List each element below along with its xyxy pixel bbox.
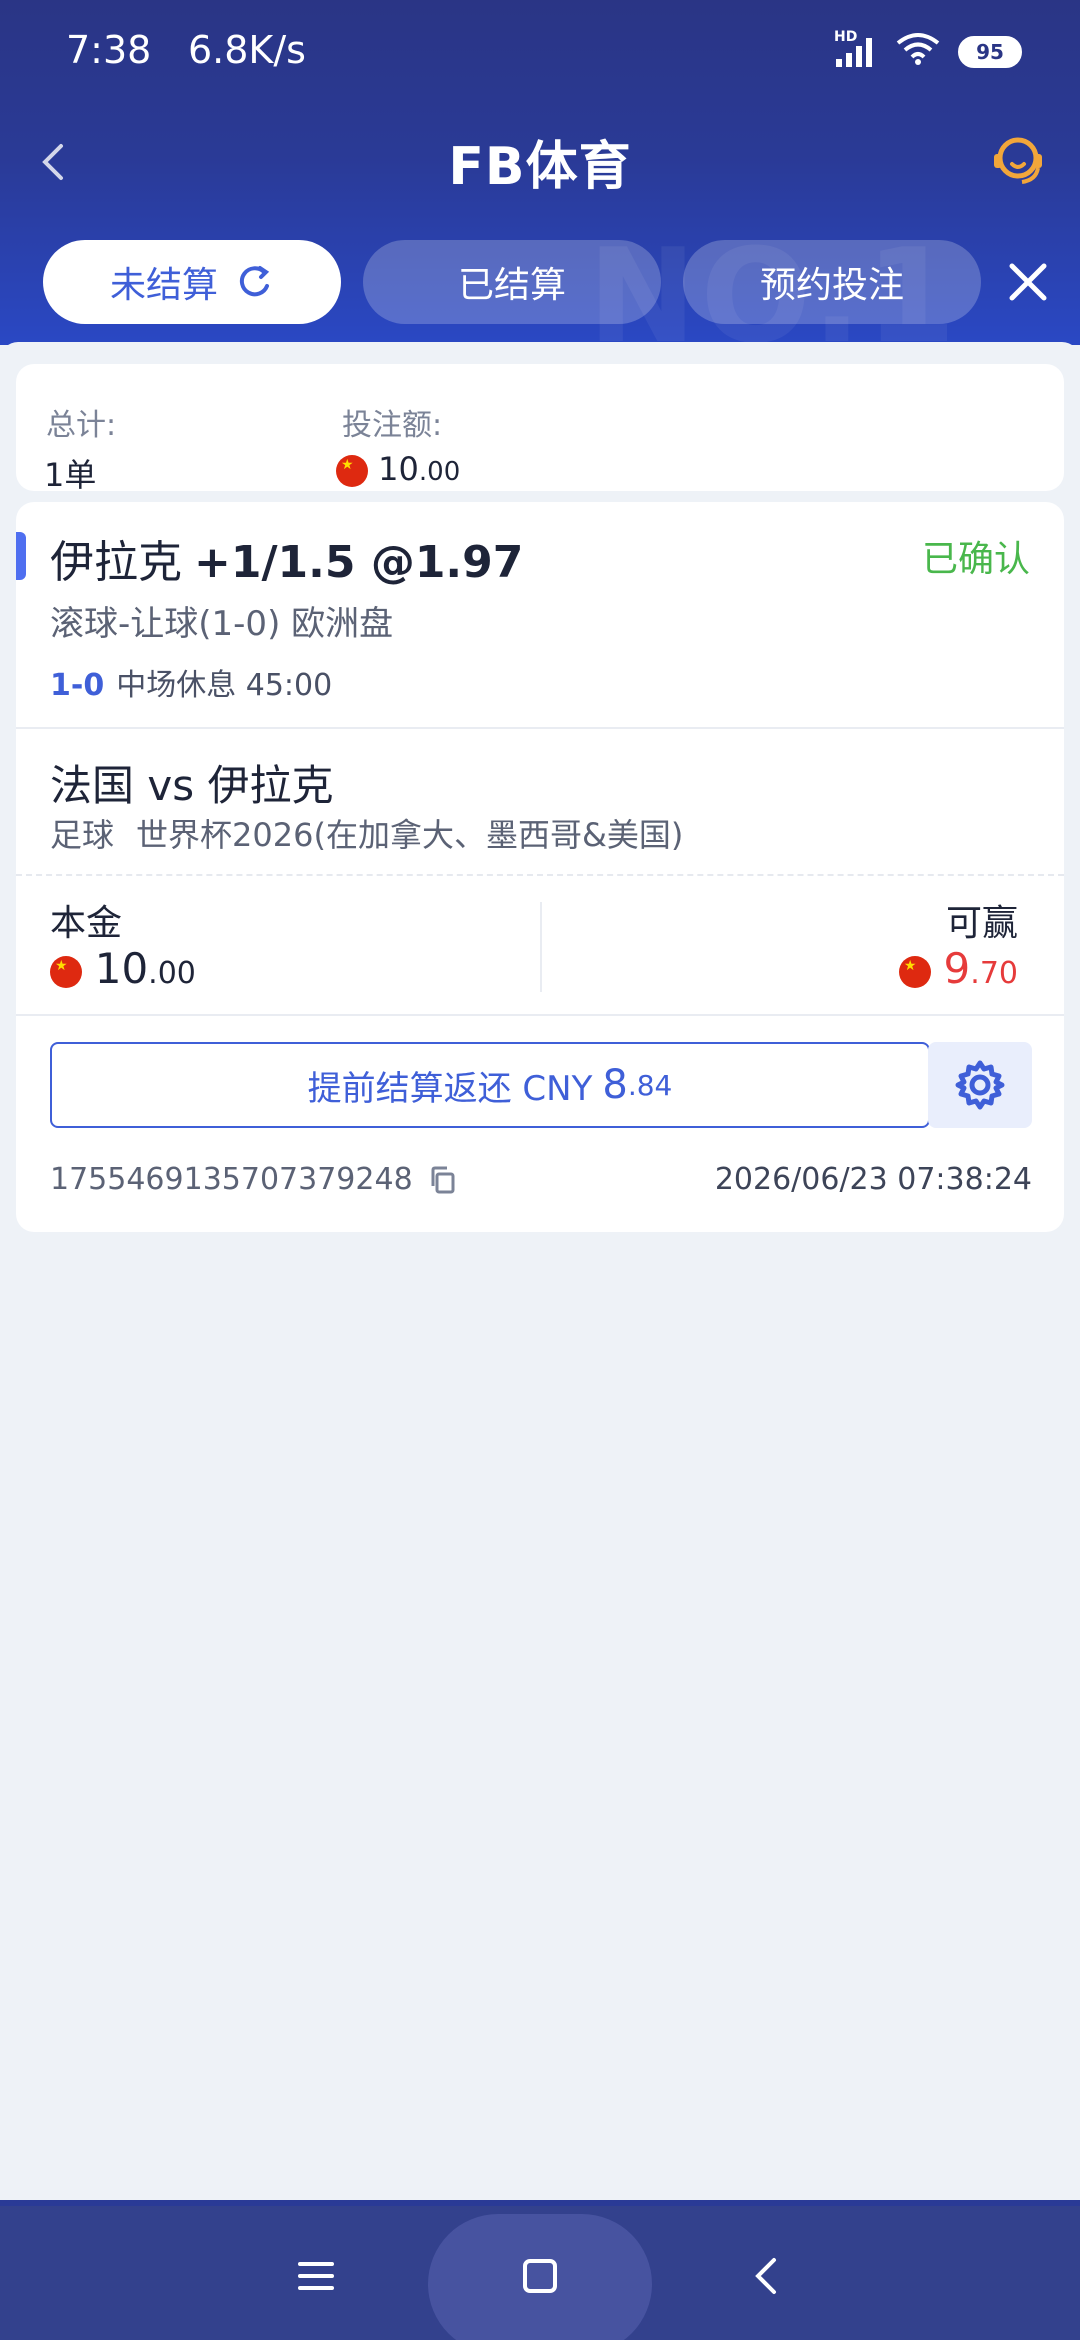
potential-win-label: 可赢 xyxy=(945,903,1018,944)
divider xyxy=(16,727,1064,729)
customer-support-button[interactable] xyxy=(986,128,1050,192)
cash-out-dec: .84 xyxy=(627,1068,673,1102)
bet-tabs: 未结算 已结算 预约投注 xyxy=(0,240,1080,326)
wifi-icon xyxy=(896,30,940,74)
selection-odds: +1/1.5 @1.97 xyxy=(194,537,524,588)
close-button[interactable] xyxy=(1000,254,1056,310)
market-type: 滚球-让球(1-0) 欧洲盘 xyxy=(50,604,394,644)
system-navigation-bar xyxy=(0,2206,1080,2340)
sport-name: 足球 xyxy=(50,816,115,854)
cash-out-int: 8 xyxy=(602,1062,628,1108)
battery-icon: 95 xyxy=(958,36,1022,68)
tab-unsettled-label: 未结算 xyxy=(109,265,218,306)
summary-card: 总计: 1单 投注额: 10.00 xyxy=(16,364,1064,494)
status-time: 7:38 xyxy=(66,28,152,72)
system-back-button[interactable] xyxy=(728,2236,808,2316)
cny-flag-icon xyxy=(50,956,82,988)
status-network-speed: 6.8K/s xyxy=(188,28,306,72)
recent-apps-button[interactable] xyxy=(276,2236,356,2316)
stake-value: 10.00 xyxy=(50,944,196,993)
cash-out-settings-button[interactable] xyxy=(928,1042,1032,1128)
page-title: FB体育 xyxy=(448,137,632,197)
win-dec: .70 xyxy=(970,956,1018,991)
summary-total-label: 总计: xyxy=(46,408,117,443)
chevron-left-icon xyxy=(755,2258,776,2294)
order-time: 2026/06/23 07:38:24 xyxy=(714,1162,1032,1197)
tab-settled[interactable]: 已结算 xyxy=(363,240,661,324)
stake-int: 10 xyxy=(94,944,149,993)
summary-total-value: 1单 xyxy=(44,456,97,494)
summary-stake-label: 投注额: xyxy=(342,408,443,443)
match-name: 法国 vs 伊拉克 xyxy=(50,761,334,810)
selection-team: 伊拉克 xyxy=(50,537,182,588)
headset-icon xyxy=(994,137,1042,184)
close-icon xyxy=(1009,263,1047,301)
selection-line: 伊拉克 +1/1.5 @1.97 xyxy=(50,526,523,590)
signal-icon: HD xyxy=(834,29,878,69)
copy-icon[interactable] xyxy=(427,1164,459,1196)
app-header: NO.1 7:38 6.8K/s HD 95 FB体育 未结算 已结算 预约投注 xyxy=(0,0,1080,345)
live-score: 1-0 xyxy=(50,668,105,703)
home-button[interactable] xyxy=(500,2236,580,2316)
refresh-icon[interactable] xyxy=(234,262,274,302)
potential-win-value: 9.70 xyxy=(898,944,1018,993)
summary-stake-value: 10.00 xyxy=(336,450,460,488)
cny-flag-icon xyxy=(898,956,931,988)
status-icons: HD 95 xyxy=(834,29,1022,74)
divider xyxy=(16,1014,1064,1016)
selection-accent-bar xyxy=(16,532,26,580)
bet-card[interactable]: 伊拉克 +1/1.5 @1.97 已确认 滚球-让球(1-0) 欧洲盘 1-0 中场… xyxy=(16,502,1064,1232)
menu-icon xyxy=(298,2262,334,2290)
home-square-icon xyxy=(523,2259,557,2293)
live-period: 中场休息 45:00 xyxy=(116,668,333,703)
bet-list-content: 总计: 1单 投注额: 10.00 伊拉克+1/1.5 @1.97 已确认 滚球… xyxy=(0,342,1080,2202)
league-name: 世界杯2026(在加拿大、墨西哥&美国) xyxy=(136,816,684,854)
cny-flag-icon xyxy=(336,455,368,487)
cash-out-button[interactable]: 提前结算返还 CNY 8.84 xyxy=(50,1042,930,1128)
order-id-value: 1755469135707379248 xyxy=(50,1162,413,1197)
status-bar: 7:38 6.8K/s HD 95 xyxy=(0,0,1080,100)
order-id: 1755469135707379248 xyxy=(50,1162,459,1197)
tab-reserved-bets[interactable]: 预约投注 xyxy=(683,240,981,324)
gear-icon xyxy=(955,1060,1005,1110)
cash-out-label: 提前结算返还 CNY xyxy=(307,1068,593,1109)
title-bar: FB体育 xyxy=(0,110,1080,210)
tab-settled-label: 已结算 xyxy=(457,265,566,306)
tab-unsettled[interactable]: 未结算 xyxy=(43,240,341,324)
stake-dec: .00 xyxy=(148,956,196,991)
summary-stake-int: 10 xyxy=(378,450,419,488)
bet-status-badge: 已确认 xyxy=(921,539,1030,580)
vertical-divider xyxy=(540,902,542,992)
stake-label: 本金 xyxy=(50,903,123,944)
league-line: 足球 世界杯2026(在加拿大、墨西哥&美国) xyxy=(50,810,683,856)
summary-stake-dec: .00 xyxy=(418,457,461,487)
dashed-divider xyxy=(16,874,1064,876)
win-int: 9 xyxy=(943,944,971,993)
tab-reserved-label: 预约投注 xyxy=(759,265,904,306)
live-status: 1-0 中场休息 45:00 xyxy=(50,660,332,704)
